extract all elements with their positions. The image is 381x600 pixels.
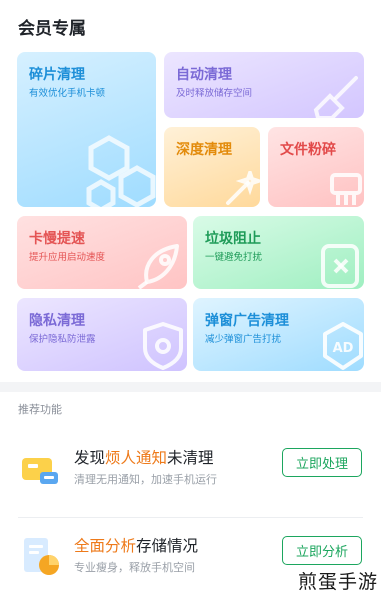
storage-analysis-icon: [24, 538, 59, 575]
magic-wand-icon: [226, 171, 260, 205]
card-subtitle: 提升应用启动速度: [29, 252, 106, 263]
card-title: 隐私清理: [29, 313, 85, 329]
ad-badge-icon: AD: [323, 322, 363, 370]
card-title: 自动清理: [176, 67, 232, 83]
item-heading: 全面分析存储情况: [74, 537, 199, 555]
broom-icon: [313, 76, 358, 118]
card-title: 深度清理: [176, 142, 232, 158]
item-description: 专业瘦身，释放手机空间: [74, 561, 195, 574]
hexagon-icon: [86, 135, 156, 207]
card-subtitle: 有效优化手机卡顿: [29, 88, 106, 99]
handle-now-button[interactable]: 立即处理: [282, 448, 362, 477]
card-title: 碎片清理: [29, 67, 85, 83]
recommend-item-notifications: 发现烦人通知未清理 清理无用通知，加速手机运行 立即处理: [0, 430, 381, 520]
notification-icon: [22, 458, 58, 484]
card-auto-clean[interactable]: 自动清理 及时释放储存空间: [164, 52, 364, 118]
card-title: 文件粉碎: [280, 142, 336, 158]
member-panel: 会员专属 碎片清理 有效优化手机卡顿 自动清理 及时释放储存空间 深度清理 文件…: [0, 0, 381, 382]
analyze-now-button[interactable]: 立即分析: [282, 536, 362, 565]
recommend-title: 推荐功能: [18, 403, 62, 416]
card-file-shred[interactable]: 文件粉碎: [268, 127, 364, 207]
rocket-icon: [137, 244, 179, 289]
shredder-icon: [330, 173, 362, 205]
card-popup-ad-clean[interactable]: 弹窗广告清理 减少弹窗广告打扰 AD: [193, 298, 364, 371]
section-title: 会员专属: [18, 19, 86, 39]
card-subtitle: 减少弹窗广告打扰: [205, 334, 282, 345]
card-privacy-clean[interactable]: 隐私清理 保护隐私防泄露: [17, 298, 187, 371]
card-deep-clean[interactable]: 深度清理: [164, 127, 260, 207]
card-title: 卡慢提速: [29, 231, 85, 247]
watermark: 煎蛋手游: [297, 571, 378, 593]
eye-shield-icon: [143, 322, 183, 370]
item-description: 清理无用通知，加速手机运行: [74, 473, 217, 486]
item-heading: 发现烦人通知未清理: [74, 449, 214, 467]
card-fragment-clean[interactable]: 碎片清理 有效优化手机卡顿: [17, 52, 156, 207]
card-subtitle: 保护隐私防泄露: [29, 334, 96, 345]
card-title: 弹窗广告清理: [205, 313, 289, 329]
block-phone-icon: [321, 244, 359, 288]
card-subtitle: 及时释放储存空间: [176, 88, 253, 99]
svg-text:AD: AD: [333, 341, 354, 356]
card-title: 垃圾阻止: [205, 231, 261, 247]
card-subtitle: 一键避免打扰: [205, 252, 263, 263]
card-speed-up[interactable]: 卡慢提速 提升应用启动速度: [17, 216, 187, 289]
card-junk-block[interactable]: 垃圾阻止 一键避免打扰: [193, 216, 364, 289]
